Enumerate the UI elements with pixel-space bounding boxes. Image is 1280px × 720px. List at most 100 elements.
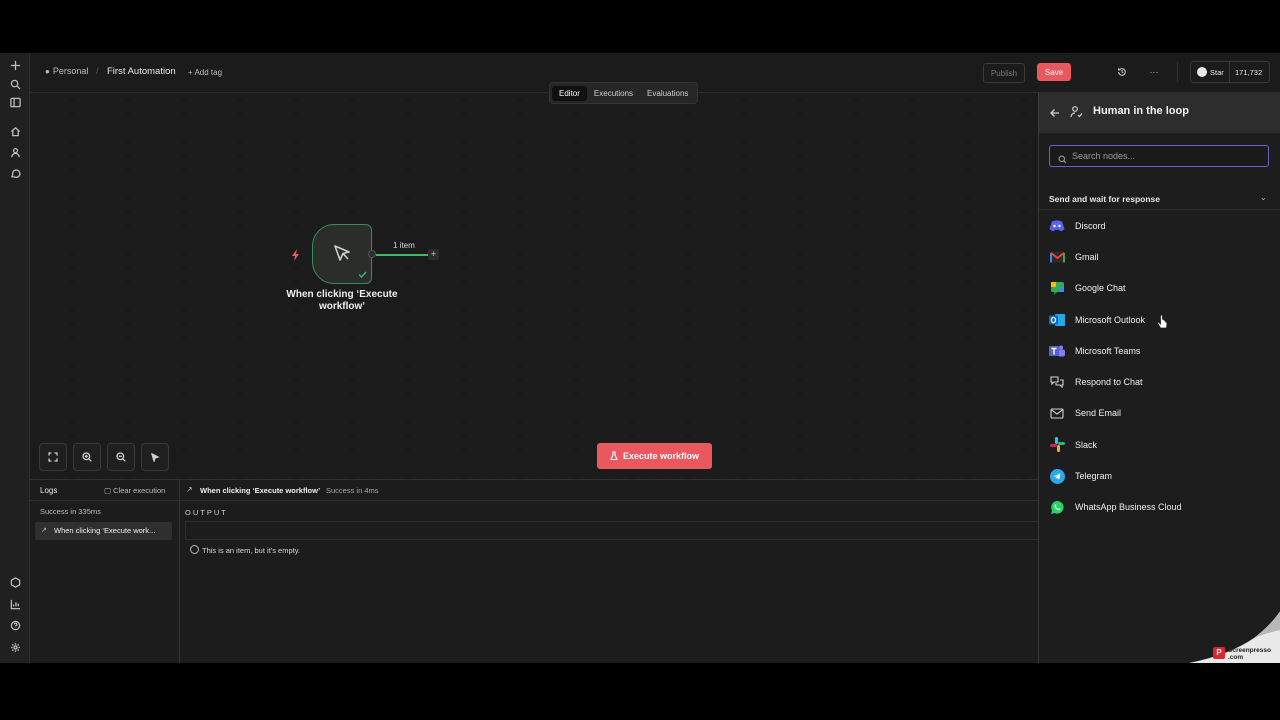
divider	[1177, 62, 1178, 82]
node-item-send-email[interactable]: Send Email	[1039, 398, 1280, 429]
google-chat-icon	[1049, 280, 1065, 296]
connection-line	[376, 254, 428, 256]
envelope-icon	[1049, 405, 1065, 421]
node-item-slack[interactable]: Slack	[1039, 429, 1280, 460]
save-button[interactable]: Save	[1037, 63, 1071, 81]
empty-output-message: This is an item, but it's empty.	[190, 545, 300, 555]
logs-title: Logs	[40, 486, 58, 495]
help-icon[interactable]	[9, 619, 21, 631]
fit-view-icon	[48, 452, 58, 462]
search-icon	[1058, 151, 1067, 169]
node-item-telegram[interactable]: Telegram	[1039, 460, 1280, 491]
user-icon: ●	[45, 67, 50, 76]
tab-evaluations[interactable]: Evaluations	[640, 86, 695, 101]
tab-executions[interactable]: Executions	[587, 86, 640, 101]
screenpresso-logo-icon: P	[1213, 647, 1225, 659]
zoom-out-button[interactable]	[107, 443, 135, 471]
flask-icon	[610, 451, 618, 461]
watermark-text: Screenpresso .com	[1228, 647, 1271, 661]
execution-summary: Success in 335ms	[40, 507, 101, 516]
chat-bubbles-icon	[1049, 374, 1065, 390]
history-icon[interactable]	[1113, 63, 1131, 81]
node-item-gmail[interactable]: Gmail	[1039, 241, 1280, 272]
home-icon[interactable]	[9, 125, 21, 137]
clear-execution-button[interactable]: ▢ Clear execution	[104, 486, 165, 495]
output-label: OUTPUT	[185, 508, 228, 517]
trigger-bolt-icon	[291, 248, 301, 266]
whatsapp-icon	[1049, 499, 1065, 515]
plus-icon[interactable]	[9, 59, 21, 71]
zoom-in-icon	[82, 452, 92, 462]
panel-toggle-icon[interactable]	[9, 96, 21, 108]
add-tag-link[interactable]: + Add tag	[188, 68, 222, 77]
node-item-whatsapp-business-cloud[interactable]: WhatsApp Business Cloud	[1039, 492, 1280, 523]
cursor-icon: ↗	[41, 527, 47, 534]
log-detail-status: Success in 4ms	[326, 486, 379, 495]
success-check-icon	[358, 271, 367, 278]
log-detail-title: When clicking ‘Execute workflow’	[200, 486, 321, 495]
logs-sidebar: Logs ▢ Clear execution Success in 335ms …	[30, 480, 180, 663]
add-node-button[interactable]: +	[428, 249, 439, 260]
panel-header: Human in the loop	[1039, 92, 1280, 133]
star-count: 171,732	[1235, 67, 1263, 77]
project-breadcrumb[interactable]: ● Personal	[45, 66, 88, 76]
hand-cursor-icon	[1157, 315, 1168, 329]
cursor-icon: ↗	[186, 485, 193, 494]
discord-icon	[1049, 218, 1065, 234]
slack-icon	[1049, 437, 1065, 453]
section-title[interactable]: Send and wait for response	[1049, 194, 1160, 204]
node-item-microsoft-teams[interactable]: Microsoft Teams	[1039, 335, 1280, 366]
trash-icon: ▢	[104, 486, 114, 495]
left-sidebar	[0, 53, 30, 663]
cursor-icon	[334, 245, 350, 261]
wand-icon	[150, 452, 160, 462]
tidy-up-button[interactable]	[141, 443, 169, 471]
execute-workflow-button[interactable]: Execute workflow	[597, 443, 712, 469]
chevron-down-icon[interactable]: ⌄	[1260, 193, 1267, 202]
node-item-google-chat[interactable]: Google Chat	[1039, 273, 1280, 304]
settings-icon[interactable]	[9, 641, 21, 653]
search-icon[interactable]	[9, 78, 21, 90]
output-toolbar	[185, 521, 1038, 540]
log-entry[interactable]: ↗ When clicking ‘Execute work...	[35, 522, 172, 540]
outlook-icon	[1049, 312, 1065, 328]
templates-icon[interactable]	[9, 576, 21, 588]
github-icon	[1197, 67, 1207, 77]
node-search	[1049, 145, 1269, 167]
human-icon	[1070, 105, 1083, 123]
app-window: ● Personal / First Automation + Add tag P…	[0, 53, 1280, 663]
divider	[30, 500, 179, 501]
info-icon	[190, 545, 199, 554]
more-options-button[interactable]: ···	[1145, 63, 1163, 81]
node-item-discord[interactable]: Discord	[1039, 210, 1280, 241]
logs-panel: Logs ▢ Clear execution Success in 335ms …	[30, 479, 1038, 663]
node-title: When clicking ‘Execute workflow’	[286, 289, 398, 312]
teams-icon	[1049, 343, 1065, 359]
publish-button[interactable]: Publish	[983, 63, 1025, 83]
workflow-name[interactable]: First Automation	[107, 66, 176, 77]
view-tabs: Editor Executions Evaluations	[549, 82, 699, 104]
divider	[1229, 62, 1230, 82]
divider	[180, 500, 1038, 501]
back-arrow-icon[interactable]	[1049, 106, 1061, 124]
node-creator-panel: Human in the loop Send and wait for resp…	[1038, 92, 1280, 663]
telegram-icon	[1049, 468, 1065, 484]
connection-label: 1 item	[393, 241, 415, 250]
gmail-icon	[1049, 249, 1065, 265]
zoom-out-icon	[116, 452, 126, 462]
github-star-button[interactable]: Star 171,732	[1190, 61, 1270, 83]
manual-trigger-node[interactable]	[312, 224, 372, 284]
user-icon[interactable]	[9, 146, 21, 158]
node-item-respond-to-chat[interactable]: Respond to Chat	[1039, 366, 1280, 397]
zoom-in-button[interactable]	[73, 443, 101, 471]
workflow-canvas[interactable]: 1 item + When clicking ‘Execute workflow…	[30, 93, 1038, 479]
panel-title: Human in the loop	[1093, 105, 1189, 117]
breadcrumb-separator: /	[96, 66, 99, 76]
node-list: Discord Gmail Google Chat Microsoft Outl…	[1039, 210, 1280, 523]
insights-icon[interactable]	[9, 598, 21, 610]
tab-editor[interactable]: Editor	[552, 85, 587, 101]
search-input[interactable]	[1072, 149, 1262, 163]
output-handle[interactable]	[368, 250, 376, 258]
fit-view-button[interactable]	[39, 443, 67, 471]
chat-icon[interactable]	[9, 167, 21, 179]
